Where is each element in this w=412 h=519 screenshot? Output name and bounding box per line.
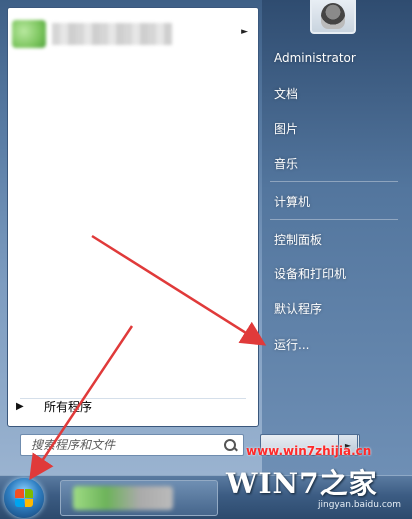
right-item-pictures[interactable]: 图片 xyxy=(266,115,408,141)
right-item-run[interactable]: 运行... xyxy=(266,331,408,357)
program-icon xyxy=(12,20,46,48)
search-box[interactable] xyxy=(20,434,244,456)
right-item-computer[interactable]: 计算机 xyxy=(266,188,408,214)
taskbar-app-button[interactable] xyxy=(60,480,218,516)
all-programs-label: 所有程序 xyxy=(44,399,93,414)
right-item-devices-printers[interactable]: 设备和打印机 xyxy=(266,260,408,286)
start-button[interactable] xyxy=(4,478,44,518)
pinned-program-item[interactable]: ► xyxy=(12,14,256,54)
search-icon[interactable] xyxy=(221,436,239,454)
all-programs-button[interactable]: ▶ 所有程序 xyxy=(12,392,244,420)
search-input[interactable] xyxy=(21,437,221,453)
program-label-blurred xyxy=(52,23,172,45)
right-item-music[interactable]: 音乐 xyxy=(266,150,408,176)
right-item-administrator[interactable]: Administrator xyxy=(266,45,408,71)
user-avatar-icon xyxy=(321,3,345,29)
chevron-right-icon[interactable]: ► xyxy=(241,27,248,37)
watermark-url: www.win7zhijia.cn xyxy=(246,444,372,458)
right-item-control-panel[interactable]: 控制面板 xyxy=(266,226,408,252)
start-menu-left-panel: ► xyxy=(7,7,259,427)
watermark-sub: jingyan.baidu.com xyxy=(318,500,402,510)
windows-flag-icon xyxy=(15,489,33,507)
watermark-logo: WIN7之家 xyxy=(226,467,378,500)
user-picture[interactable] xyxy=(310,0,356,34)
triangle-right-icon: ▶ xyxy=(16,400,24,412)
right-item-default-programs[interactable]: 默认程序 xyxy=(266,295,408,321)
taskbar-app-label-blurred xyxy=(73,486,173,510)
divider xyxy=(270,181,398,182)
divider xyxy=(270,219,398,220)
right-item-documents[interactable]: 文档 xyxy=(266,80,408,106)
